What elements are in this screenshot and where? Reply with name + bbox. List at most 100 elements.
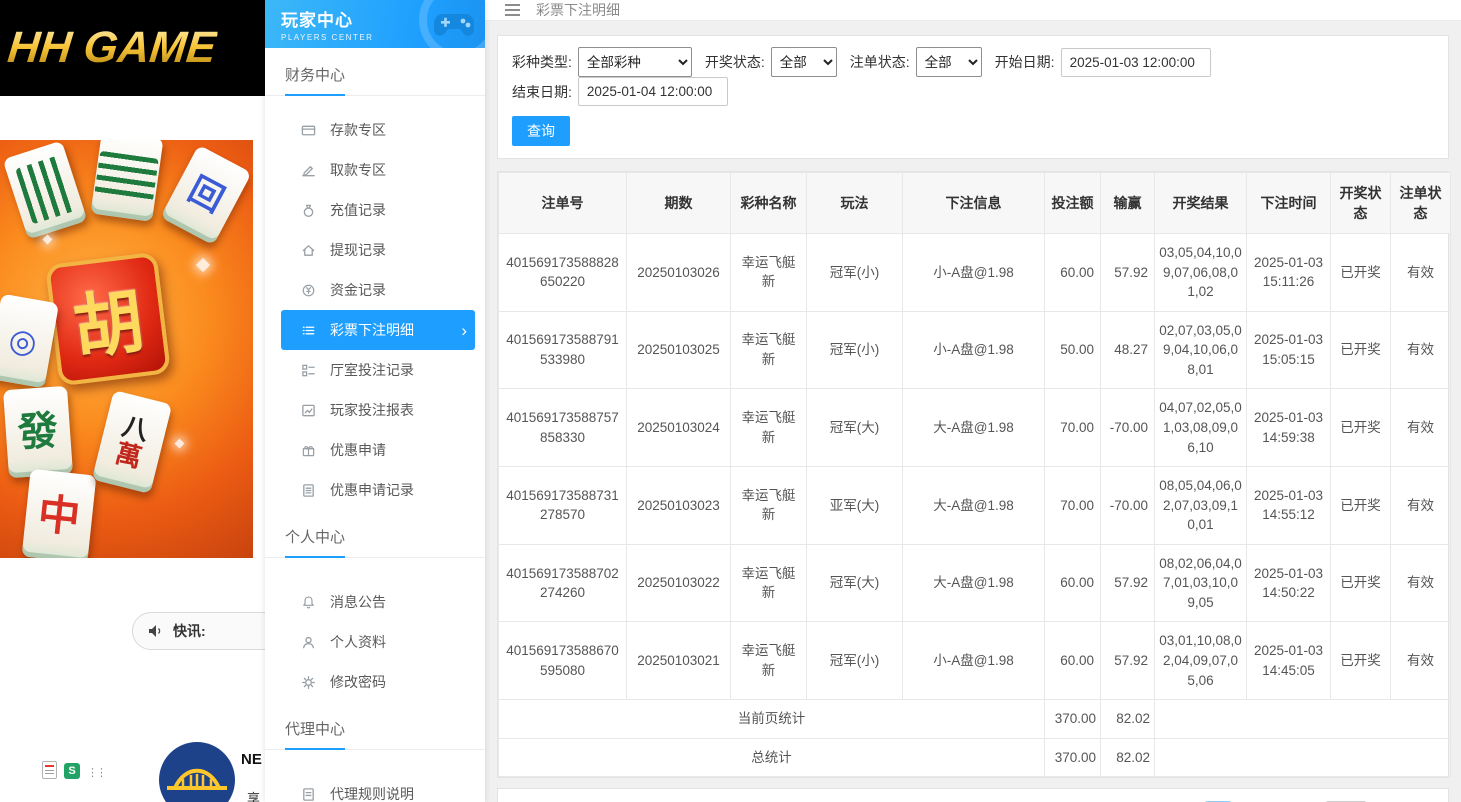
more-dots-icon[interactable]: ⋮⋮ bbox=[87, 766, 105, 779]
sidebar-item-promo-apply[interactable]: 优惠申请 bbox=[281, 430, 475, 470]
gear-icon bbox=[301, 675, 316, 690]
section-finance-label: 财务中心 bbox=[285, 64, 345, 96]
section-agent-center: 代理中心 bbox=[265, 718, 485, 750]
hamburger-menu-icon[interactable] bbox=[501, 0, 524, 20]
cell-bet-time: 2025-01-03 15:05:15 bbox=[1247, 311, 1331, 389]
hu-character: 胡 bbox=[67, 265, 149, 374]
cell-draw-result: 08,02,06,04,07,01,03,10,09,05 bbox=[1155, 544, 1247, 622]
sidebar-item-change-password[interactable]: 修改密码 bbox=[281, 662, 475, 702]
players-center-subtitle: PLAYERS CENTER bbox=[281, 33, 373, 42]
table-row: 401569173588702274260 20250103022 幸运飞艇新 … bbox=[499, 544, 1451, 622]
table-row: 401569173588731278570 20250103023 幸运飞艇新 … bbox=[499, 467, 1451, 545]
partner-text: NE bbox=[241, 751, 262, 768]
cell-order-no: 401569173588670595080 bbox=[499, 622, 627, 700]
cell-lottery-name: 幸运飞艇新 bbox=[731, 467, 807, 545]
pen-icon bbox=[301, 163, 316, 178]
cell-draw-status: 已开奖 bbox=[1331, 311, 1391, 389]
draw-status-select[interactable]: 全部 bbox=[771, 47, 837, 77]
sidebar-item-lottery-bet-details[interactable]: 彩票下注明细 › bbox=[281, 310, 475, 350]
grid-list-icon bbox=[301, 363, 316, 378]
app-root: HH GAME 回 胡 ◎ 發 中 八 萬 快讯: bbox=[0, 0, 1461, 802]
cell-bet-amount: 70.00 bbox=[1045, 389, 1101, 467]
sidebar-item-label: 消息公告 bbox=[330, 592, 386, 612]
partner-subtext: 享 bbox=[247, 788, 260, 802]
wan-character: 萬 bbox=[113, 440, 145, 472]
cell-draw-result: 02,07,03,05,09,04,10,06,08,01 bbox=[1155, 311, 1247, 389]
cell-draw-status: 已开奖 bbox=[1331, 389, 1391, 467]
cell-draw-status: 已开奖 bbox=[1331, 467, 1391, 545]
bank-card-icon bbox=[301, 123, 316, 138]
sidebar-item-label: 优惠申请记录 bbox=[330, 480, 414, 500]
sidebar-item-label: 彩票下注明细 bbox=[330, 320, 414, 340]
cell-draw-status: 已开奖 bbox=[1331, 622, 1391, 700]
summary-bet-total: 370.00 bbox=[1045, 738, 1101, 777]
sidebar-item-label: 个人资料 bbox=[330, 632, 386, 652]
cell-bet-time: 2025-01-03 14:59:38 bbox=[1247, 389, 1331, 467]
cell-bet-time: 2025-01-03 15:11:26 bbox=[1247, 234, 1331, 312]
sidebar-item-player-bet-report[interactable]: 玩家投注报表 bbox=[281, 390, 475, 430]
sidebar-item-recharge-record[interactable]: 充值记录 bbox=[281, 190, 475, 230]
money-bag-icon bbox=[301, 203, 316, 218]
mahjong-tile: ◎ bbox=[0, 294, 59, 389]
start-date-input[interactable] bbox=[1061, 48, 1211, 77]
news-ticker: 快讯: bbox=[132, 612, 265, 650]
col-order-no: 注单号 bbox=[499, 173, 627, 234]
col-lottery-name: 彩种名称 bbox=[731, 173, 807, 234]
tile-pattern-char: ◎ bbox=[6, 323, 39, 359]
col-draw-status: 开奖状态 bbox=[1331, 173, 1391, 234]
bet-details-table: 注单号 期数 彩种名称 玩法 下注信息 投注额 输赢 开奖结果 下注时间 开奖状… bbox=[498, 172, 1451, 777]
search-button[interactable]: 查询 bbox=[512, 116, 570, 146]
sidebar-item-label: 厅室投注记录 bbox=[330, 360, 414, 380]
col-play: 玩法 bbox=[807, 173, 903, 234]
sidebar-item-profile[interactable]: 个人资料 bbox=[281, 622, 475, 662]
site-logo: HH GAME bbox=[5, 23, 218, 73]
wps-s-icon[interactable]: S bbox=[64, 763, 80, 779]
bamboo-pattern bbox=[15, 155, 74, 224]
sidebar-item-agent-rules[interactable]: 代理规则说明 bbox=[281, 774, 475, 802]
lottery-type-select[interactable]: 全部彩种 bbox=[578, 47, 692, 77]
cell-order-status: 有效 bbox=[1391, 311, 1451, 389]
summary-winloss-total: 82.02 bbox=[1101, 700, 1155, 739]
sidebar-item-label: 代理规则说明 bbox=[330, 784, 414, 802]
sidebar-item-funds-record[interactable]: 资金记录 bbox=[281, 270, 475, 310]
col-bet-time: 下注时间 bbox=[1247, 173, 1331, 234]
table-header-row: 注单号 期数 彩种名称 玩法 下注信息 投注额 输赢 开奖结果 下注时间 开奖状… bbox=[499, 173, 1451, 234]
grand-total-summary-row: 总统计 370.00 82.02 bbox=[499, 738, 1451, 777]
summary-empty bbox=[1155, 700, 1451, 739]
cell-period: 20250103026 bbox=[627, 234, 731, 312]
cell-bet-amount: 50.00 bbox=[1045, 311, 1101, 389]
summary-label: 总统计 bbox=[499, 738, 1045, 777]
cell-bet-info: 小-A盘@1.98 bbox=[903, 311, 1045, 389]
section-finance-center: 财务中心 bbox=[265, 64, 485, 96]
cell-play: 冠军(大) bbox=[807, 544, 903, 622]
sidebar-item-announcements[interactable]: 消息公告 bbox=[281, 582, 475, 622]
mahjong-banner-image: 回 胡 ◎ 發 中 八 萬 bbox=[0, 140, 253, 558]
section-agent-label: 代理中心 bbox=[285, 718, 345, 750]
sidebar-item-withdraw[interactable]: 取款专区 bbox=[281, 150, 475, 190]
bridge-logo-icon bbox=[154, 737, 240, 802]
list-icon bbox=[301, 323, 316, 338]
sidebar-item-label: 修改密码 bbox=[330, 672, 386, 692]
sidebar-item-hall-bet-record[interactable]: 厅室投注记录 bbox=[281, 350, 475, 390]
sidebar-item-promo-apply-record[interactable]: 优惠申请记录 bbox=[281, 470, 475, 510]
cell-play: 冠军(小) bbox=[807, 311, 903, 389]
bet-details-table-card: 注单号 期数 彩种名称 玩法 下注信息 投注额 输赢 开奖结果 下注时间 开奖状… bbox=[497, 171, 1449, 778]
doc-icon[interactable] bbox=[42, 761, 57, 779]
cell-order-status: 有效 bbox=[1391, 622, 1451, 700]
sidebar-item-deposit[interactable]: 存款专区 bbox=[281, 110, 475, 150]
cell-period: 20250103024 bbox=[627, 389, 731, 467]
end-date-input[interactable] bbox=[578, 77, 728, 106]
taskbar-mini-icons: S ⋮⋮ bbox=[42, 761, 105, 779]
house-icon bbox=[301, 243, 316, 258]
table-row: 401569173588828650220 20250103026 幸运飞艇新 … bbox=[499, 234, 1451, 312]
sparkle bbox=[43, 235, 53, 245]
col-bet-amount: 投注额 bbox=[1045, 173, 1101, 234]
sidebar-header-text: 玩家中心 PLAYERS CENTER bbox=[281, 6, 373, 42]
order-status-select[interactable]: 全部 bbox=[916, 47, 982, 77]
summary-winloss-total: 82.02 bbox=[1101, 738, 1155, 777]
cell-period: 20250103021 bbox=[627, 622, 731, 700]
gamepad-icon bbox=[431, 8, 477, 42]
bamboo-pattern bbox=[95, 150, 159, 201]
sidebar-item-withdraw-record[interactable]: 提现记录 bbox=[281, 230, 475, 270]
fa-tile: 發 bbox=[3, 386, 73, 478]
